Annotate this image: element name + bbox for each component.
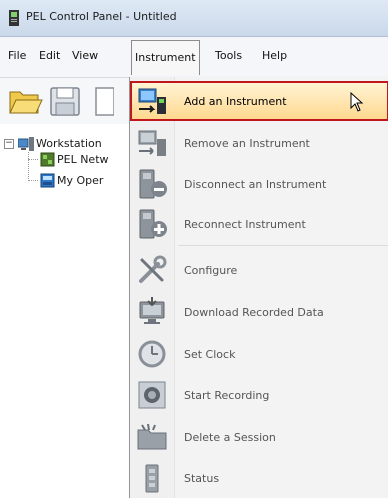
tree-item-label: Workstation [36,137,102,150]
new-document-icon[interactable] [90,84,114,118]
menu-item-label: Download Recorded Data [184,306,324,319]
workstation-icon [18,137,34,151]
menu-view[interactable]: View [72,49,98,62]
menu-item-add-instrument[interactable]: Add an Instrument [130,81,388,121]
menu-item-status[interactable]: Status [130,458,388,498]
my-instruments-icon [40,173,55,188]
tree-item-pel-network[interactable]: PEL Netw [57,152,109,168]
menu-item-download-recorded-data[interactable]: Download Recorded Data [130,292,388,332]
status-icon [145,464,159,493]
start-recording-icon [138,381,166,409]
tree-view: − Workstation PEL Netw My Oper [0,125,140,498]
menu-file[interactable]: File [8,49,26,62]
menu-item-delete-session[interactable]: Delete a Session [130,417,388,457]
menu-help[interactable]: Help [262,49,287,62]
menu-bar: File Edit View Instrument Tools Help [0,37,388,78]
menu-item-label: Delete a Session [184,431,276,444]
remove-instrument-icon [138,130,166,156]
menu-item-start-recording[interactable]: Start Recording [130,375,388,415]
app-icon [9,10,19,26]
menu-item-label: Status [184,472,220,485]
menu-item-label: Set Clock [184,348,236,361]
menu-item-reconnect-instrument[interactable]: Reconnect Instrument [130,204,388,244]
window-title: PEL Control Panel - Untitled [26,10,177,23]
title-bar: PEL Control Panel - Untitled [0,0,388,37]
menu-tools[interactable]: Tools [215,49,242,62]
menu-item-label: Start Recording [184,389,270,402]
tree-item-label: My Oper [57,174,104,187]
menu-separator [178,245,388,246]
tree-connector [28,152,29,181]
tree-connector [28,159,38,160]
download-data-icon [139,297,165,324]
tree-item-workstation[interactable]: Workstation [36,136,102,152]
menu-instrument[interactable]: Instrument [131,40,200,75]
tree-collapse-toggle[interactable]: − [4,139,14,149]
menu-item-set-clock[interactable]: Set Clock [130,334,388,374]
add-instrument-icon [138,88,166,114]
menu-item-disconnect-instrument[interactable]: Disconnect an Instrument [130,164,388,204]
menu-item-remove-instrument[interactable]: Remove an Instrument [130,123,388,163]
menu-item-label: Add an Instrument [184,95,287,108]
clock-icon [138,340,166,368]
configure-tools-icon [139,255,167,283]
tree-item-my-open-sessions[interactable]: My Oper [57,173,103,189]
tree-connector [28,180,38,181]
save-icon[interactable] [48,84,84,118]
open-folder-icon[interactable] [7,84,43,118]
menu-item-configure[interactable]: Configure [130,250,388,290]
menu-item-label: Reconnect Instrument [184,218,306,231]
disconnect-instrument-icon [139,169,167,199]
reconnect-instrument-icon [139,209,167,239]
network-icon [40,152,55,167]
instrument-menu: Add an Instrument Remove an Instrument D… [129,77,388,498]
menu-item-label: Disconnect an Instrument [184,178,327,191]
delete-session-icon [137,423,167,450]
mouse-cursor-icon [350,92,364,112]
tree-item-label: PEL Netw [57,153,109,166]
menu-item-label: Configure [184,264,238,277]
menu-edit[interactable]: Edit [39,49,60,62]
menu-item-label: Remove an Instrument [184,137,310,150]
